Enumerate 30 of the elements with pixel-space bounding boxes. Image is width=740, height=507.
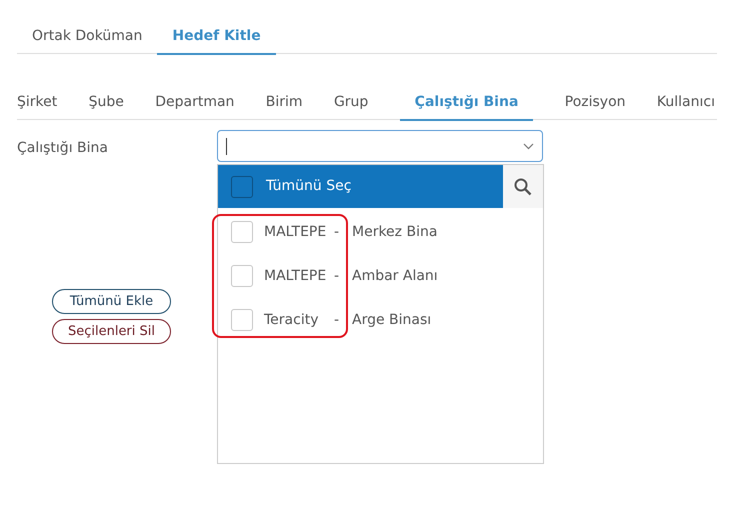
add-all-button[interactable]: Tümünü Ekle — [52, 289, 171, 314]
tab[interactable]: Hedef Kitle — [157, 20, 276, 55]
dropdown-field[interactable] — [217, 130, 543, 162]
tab[interactable]: Çalıştığı Bina — [400, 86, 534, 121]
building-name: Merkez Bina — [352, 222, 438, 242]
building-name: Arge Binası — [352, 310, 432, 330]
building-code: MALTEPE — [264, 266, 328, 286]
option-label: Tümünü Seç — [266, 177, 352, 196]
tab[interactable]: Pozisyon — [564, 86, 626, 121]
select-all-option[interactable]: Tümünü Seç — [218, 165, 503, 208]
search-button[interactable] — [503, 165, 543, 208]
separator-text: - — [334, 310, 340, 330]
building-code: MALTEPE — [264, 222, 328, 242]
building-name: Ambar Alanı — [352, 266, 438, 286]
tab[interactable]: Şirket — [17, 86, 58, 121]
checkbox[interactable] — [231, 176, 253, 198]
separator-text: - — [334, 222, 340, 242]
tab[interactable]: Birim — [266, 86, 303, 121]
search-icon — [514, 178, 532, 196]
text-cursor — [226, 138, 227, 154]
tab[interactable]: Ortak Doküman — [17, 20, 158, 55]
chevron-down-icon — [523, 142, 534, 150]
tab[interactable]: Grup — [334, 86, 368, 121]
field-label: Çalıştığı Bina — [17, 139, 108, 158]
separator-text: - — [334, 266, 340, 286]
remove-selected-button[interactable]: Seçilenleri Sil — [52, 319, 171, 344]
building-code: Teracity — [264, 310, 320, 330]
tab[interactable]: Departman — [155, 86, 234, 121]
tab[interactable]: Şube — [88, 86, 124, 121]
tab[interactable]: Kullanıcı — [656, 86, 715, 121]
